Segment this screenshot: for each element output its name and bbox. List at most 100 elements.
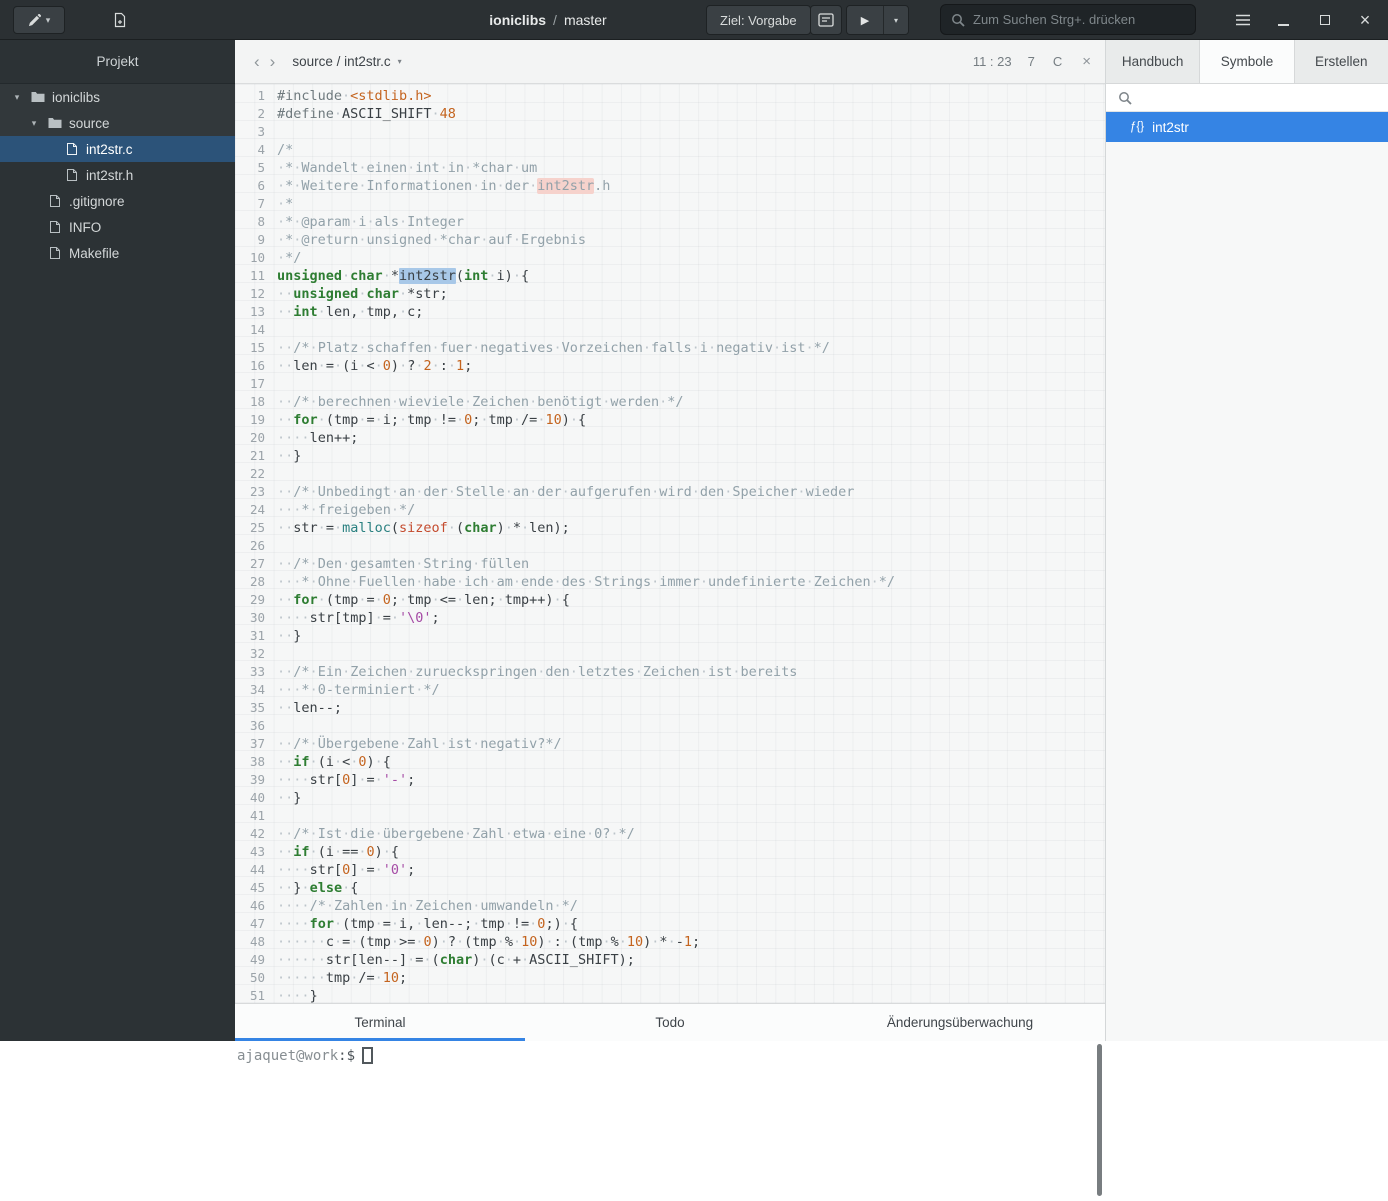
tab-close-button[interactable]: ×: [1082, 53, 1091, 70]
code-line[interactable]: 15 ··/*·Platz·schaffen·fuer·negatives·Vor…: [235, 339, 1105, 357]
code-line[interactable]: 44 ····str[0]·=·'0';: [235, 861, 1105, 879]
code-line[interactable]: 13 ··int·len,·tmp,·c;: [235, 303, 1105, 321]
project-sidebar: Projekt ▾ ioniclibs ▾ source int2str.c int2st…: [0, 40, 235, 1041]
nav-forward-button[interactable]: ›: [265, 52, 281, 72]
code-line[interactable]: 7 ·*: [235, 195, 1105, 213]
code-line[interactable]: 34 ···*·0-terminiert·*/: [235, 681, 1105, 699]
new-document-button[interactable]: [104, 6, 136, 34]
tab-aenderungsueberwachung[interactable]: Änderungsüberwachung: [815, 1004, 1105, 1041]
minimize-button[interactable]: [1266, 5, 1300, 35]
code-line[interactable]: 9 ·*·@return·unsigned·*char·auf·Ergebnis: [235, 231, 1105, 249]
language-indicator[interactable]: C: [1053, 54, 1062, 69]
code-line[interactable]: 14: [235, 321, 1105, 339]
code-line[interactable]: 22: [235, 465, 1105, 483]
global-search[interactable]: [940, 4, 1196, 35]
breadcrumb[interactable]: source / int2str.c: [292, 54, 390, 69]
code-line[interactable]: 45 ··}·else·{: [235, 879, 1105, 897]
tab-symbole[interactable]: Symbole: [1200, 40, 1295, 83]
code-line[interactable]: 31 ··}: [235, 627, 1105, 645]
line-number: 39: [249, 772, 265, 787]
run-button[interactable]: ▶: [847, 6, 883, 34]
code-line[interactable]: 20 ····len++;: [235, 429, 1105, 447]
tab-todo[interactable]: Todo: [525, 1004, 815, 1041]
code-line[interactable]: 42 ··/*·Ist·die·übergebene·Zahl·etwa·eine…: [235, 825, 1105, 843]
code-line[interactable]: 38 ··if·(i·<·0)·{: [235, 753, 1105, 771]
tree-item-source[interactable]: ▾ source: [0, 110, 235, 136]
code-line[interactable]: 3: [235, 123, 1105, 141]
code-editor[interactable]: 1 #include·<stdlib.h> 2 #define·ASCII_SHIFT…: [235, 84, 1105, 1003]
nav-back-button[interactable]: ‹: [249, 52, 265, 72]
code-line[interactable]: 29 ··for·(tmp·=·0;·tmp·<=·len;·tmp++)·{: [235, 591, 1105, 609]
code-line[interactable]: 23 ··/*·Unbedingt·an·der·Stelle·an·der·au…: [235, 483, 1105, 501]
search-input[interactable]: [973, 12, 1185, 27]
code-line[interactable]: 24 ···*·freigeben·*/: [235, 501, 1105, 519]
code-line[interactable]: 11 unsigned·char·*int2str(int·i)·{: [235, 267, 1105, 285]
app-menu-button[interactable]: [1226, 5, 1260, 35]
code-line[interactable]: 39 ····str[0]·=·'-';: [235, 771, 1105, 789]
symbol-item-int2str[interactable]: ƒ{} int2str: [1106, 112, 1388, 142]
build-target-button[interactable]: Ziel: Vorgabe: [706, 5, 811, 35]
code-line[interactable]: 8 ·*·@param·i·als·Integer: [235, 213, 1105, 231]
symbols-search[interactable]: [1106, 84, 1388, 112]
code-line[interactable]: 6 ·*·Weitere·Informationen·in·der·int2str…: [235, 177, 1105, 195]
code-line[interactable]: 48 ······c·=·(tmp·>=·0)·?·(tmp·%·10)·:·(t…: [235, 933, 1105, 951]
run-options-button[interactable]: ▾: [883, 6, 908, 34]
code-line[interactable]: 17: [235, 375, 1105, 393]
expander-icon[interactable]: ▾: [27, 118, 41, 129]
tree-item-info[interactable]: INFO: [0, 214, 235, 240]
code-line[interactable]: 26: [235, 537, 1105, 555]
caret-down-icon: ▾: [893, 15, 898, 25]
file-icon: [64, 142, 80, 156]
code-line[interactable]: 18 ··/*·berechnen·wieviele·Zeichen·benöti…: [235, 393, 1105, 411]
code-line[interactable]: 41: [235, 807, 1105, 825]
terminal-scrollbar[interactable]: [1097, 1044, 1102, 1196]
code-line[interactable]: 37 ··/*·Übergebene·Zahl·ist·negativ?*/: [235, 735, 1105, 753]
line-number: 49: [249, 952, 265, 967]
code-line[interactable]: 35 ··len--;: [235, 699, 1105, 717]
symbol-label: int2str: [1152, 119, 1189, 135]
file-icon: [47, 194, 63, 208]
build-configuration-icon: [818, 13, 834, 27]
code-line[interactable]: 36: [235, 717, 1105, 735]
code-line[interactable]: 2 #define·ASCII_SHIFT·48: [235, 105, 1105, 123]
code-line[interactable]: 32: [235, 645, 1105, 663]
tree-item-ioniclibs[interactable]: ▾ ioniclibs: [0, 84, 235, 110]
code-line[interactable]: 49 ······str[len--]·=·(char)·(c·+·ASCII_S…: [235, 951, 1105, 969]
tab-erstellen[interactable]: Erstellen: [1295, 40, 1388, 83]
code-line[interactable]: 47 ····for·(tmp·=·i,·len--;·tmp·!=·0;)·{: [235, 915, 1105, 933]
code-line[interactable]: 30 ····str[tmp]·=·'\0';: [235, 609, 1105, 627]
code-line[interactable]: 21 ··}: [235, 447, 1105, 465]
code-line[interactable]: 50 ······tmp·/=·10;: [235, 969, 1105, 987]
code-line[interactable]: 27 ··/*·Den·gesamten·String·füllen: [235, 555, 1105, 573]
expander-icon[interactable]: ▾: [10, 92, 24, 103]
code-line[interactable]: 43 ··if·(i·==·0)·{: [235, 843, 1105, 861]
code-line[interactable]: 1 #include·<stdlib.h>: [235, 87, 1105, 105]
code-line[interactable]: 12 ··unsigned·char·*str;: [235, 285, 1105, 303]
tree-item-int2str-h[interactable]: int2str.h: [0, 162, 235, 188]
tab-terminal[interactable]: Terminal: [235, 1004, 525, 1041]
code-text: ····len++;: [277, 430, 359, 446]
terminal-panel[interactable]: ajaquet@work:$: [0, 1041, 1388, 1201]
code-line[interactable]: 19 ··for·(tmp·=·i;·tmp·!=·0;·tmp·/=·10)·{: [235, 411, 1105, 429]
code-text: ··/*·berechnen·wieviele·Zeichen·benötigt…: [277, 394, 684, 410]
code-line[interactable]: 33 ··/*·Ein·Zeichen·zurueckspringen·den·l…: [235, 663, 1105, 681]
code-line[interactable]: 28 ···*·Ohne·Fuellen·habe·ich·am·ende·des…: [235, 573, 1105, 591]
tab-handbuch[interactable]: Handbuch: [1106, 40, 1201, 83]
code-line[interactable]: 4 /*: [235, 141, 1105, 159]
build-configuration-button[interactable]: [810, 5, 842, 35]
tree-item-makefile[interactable]: Makefile: [0, 240, 235, 266]
code-line[interactable]: 25 ··str·=·malloc(sizeof·(char)·*·len);: [235, 519, 1105, 537]
code-line[interactable]: 46 ····/*·Zahlen·in·Zeichen·umwandeln·*/: [235, 897, 1105, 915]
code-line[interactable]: 5 ·*·Wandelt·einen·int·in·*char·um: [235, 159, 1105, 177]
code-line[interactable]: 51 ····}: [235, 987, 1105, 1003]
code-line[interactable]: 10 ·*/: [235, 249, 1105, 267]
maximize-button[interactable]: [1308, 5, 1342, 35]
code-line[interactable]: 16 ··len·=·(i·<·0)·?·2·:·1;: [235, 357, 1105, 375]
tree-item-int2str-c[interactable]: int2str.c: [0, 136, 235, 162]
line-number: 18: [249, 394, 265, 409]
code-line[interactable]: 40 ··}: [235, 789, 1105, 807]
edit-mode-button[interactable]: ▾: [13, 6, 65, 34]
tree-item-gitignore[interactable]: .gitignore: [0, 188, 235, 214]
code-text: ···*·freigeben·*/: [277, 502, 416, 518]
close-button[interactable]: ×: [1348, 5, 1382, 35]
